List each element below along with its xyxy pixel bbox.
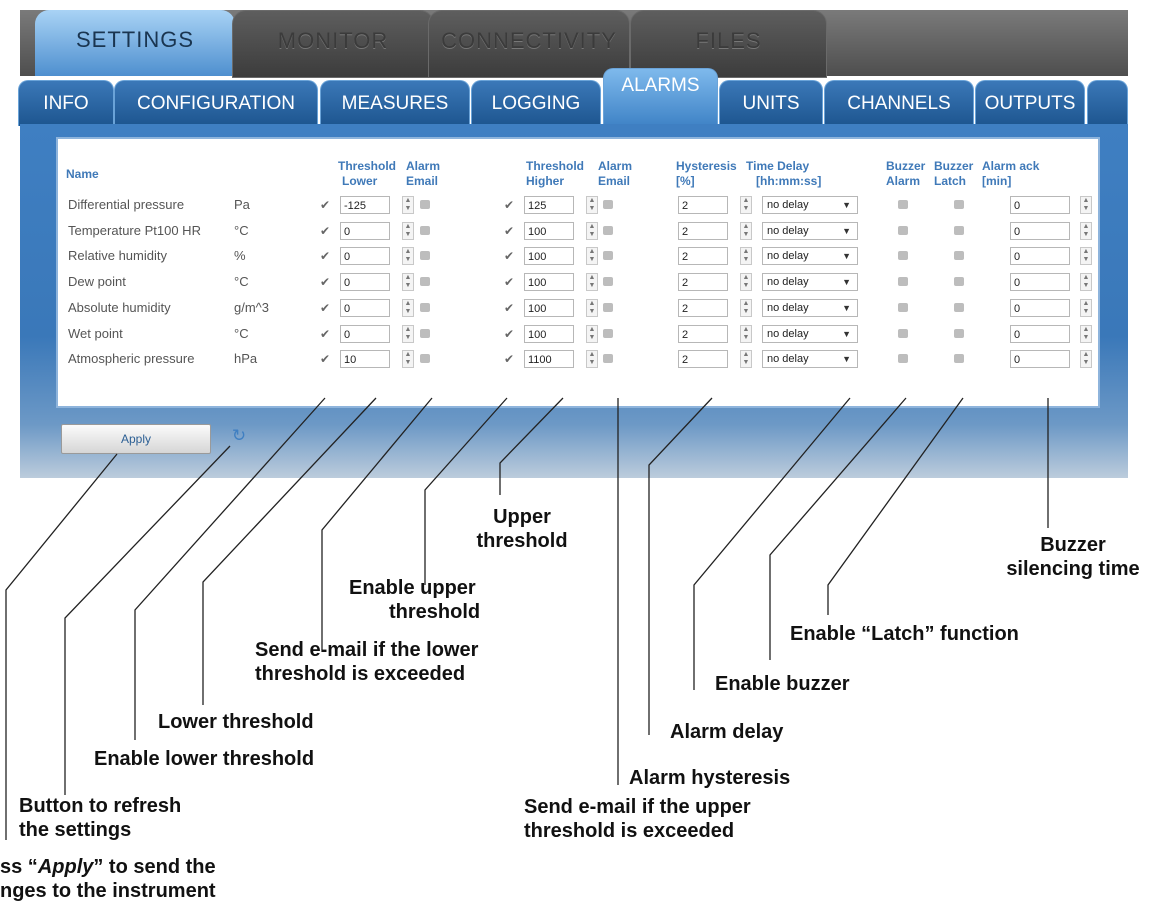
- callout-line-hysteresis: [648, 397, 713, 735]
- callout-line-buzzer: [769, 397, 907, 660]
- annotation-apply: ss “Apply” to send the nges to the instru…: [0, 856, 216, 902]
- callout-line-refresh: [64, 445, 231, 795]
- callout-lines: [5, 397, 1049, 840]
- callout-line-latch: [827, 397, 964, 615]
- annotation-refresh: Button to refresh the settings: [19, 795, 182, 841]
- annotation-send-email-lower: Send e-mail if the lower threshold is exc…: [255, 639, 479, 685]
- annotation-lower-threshold: Lower threshold: [158, 711, 314, 733]
- annotation-send-email-upper: Send e-mail if the upper threshold is exc…: [524, 796, 751, 842]
- annotation-enable-lower: Enable lower threshold: [94, 748, 315, 770]
- annotation-alarm-hysteresis: Alarm hysteresis: [629, 767, 791, 789]
- annotation-enable-upper: Enable upper threshold: [349, 577, 481, 623]
- annotation-enable-latch: Enable “Latch” function: [790, 623, 1019, 645]
- callout-line-enable-upper: [424, 397, 508, 585]
- annotation-upper-threshold: Upper threshold: [476, 506, 568, 552]
- callout-line-apply: [5, 453, 118, 840]
- annotation-buzzer-silencing: Buzzer silencing time: [1006, 534, 1140, 580]
- callout-line-upper-threshold: [499, 397, 564, 495]
- annotation-alarm-delay: Alarm delay: [670, 721, 784, 743]
- callout-line-delay: [693, 397, 851, 690]
- annotation-enable-buzzer: Enable buzzer: [715, 673, 850, 695]
- callout-line-enable-lower: [134, 397, 326, 740]
